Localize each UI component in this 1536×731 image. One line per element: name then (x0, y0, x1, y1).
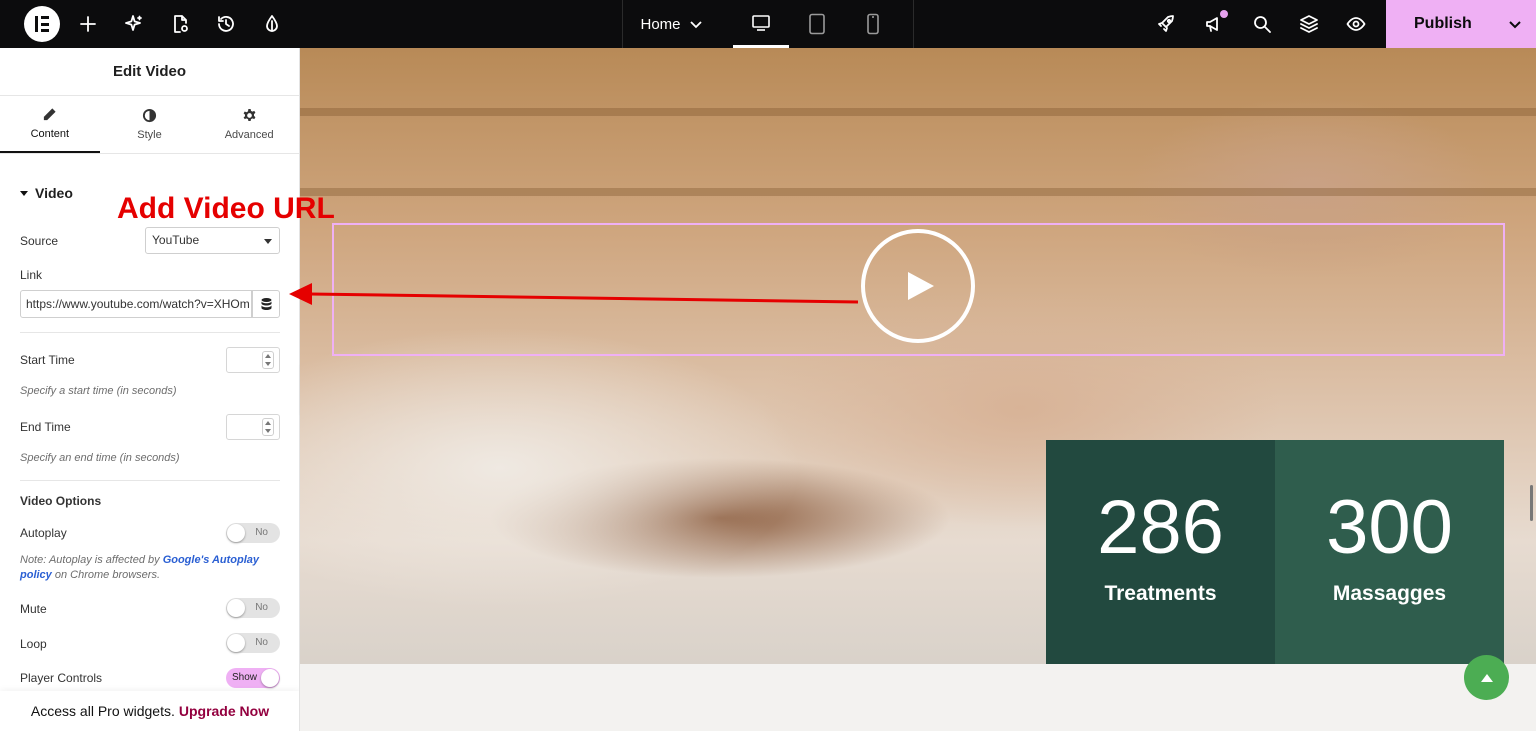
autoplay-note: Note: Autoplay is affected by Google's A… (20, 553, 270, 583)
history-icon[interactable] (215, 13, 237, 35)
start-time-label: Start Time (20, 353, 75, 367)
add-icon[interactable] (77, 13, 99, 35)
panel-tabs: Content Style Advanced (0, 96, 299, 154)
number-spinner[interactable] (262, 351, 274, 369)
video-options-heading: Video Options (20, 494, 102, 508)
rocket-icon[interactable] (1155, 13, 1177, 35)
publish-button[interactable]: Publish (1386, 0, 1536, 48)
stat-number: 300 (1326, 485, 1453, 570)
divider (20, 332, 280, 333)
link-label: Link (20, 268, 43, 282)
page-name: Home (640, 15, 681, 33)
start-time-input[interactable] (226, 347, 280, 373)
publish-label: Publish (1414, 15, 1472, 32)
editor-panel: Edit Video Content Style Advanced Video … (0, 48, 300, 731)
scrollbar-thumb[interactable] (1530, 485, 1533, 521)
background-image-detail (300, 108, 1536, 116)
tab-label: Advanced (224, 129, 274, 141)
preview-icon[interactable] (1345, 13, 1367, 35)
tab-style[interactable]: Style (100, 96, 200, 153)
player-controls-label: Player Controls (20, 671, 103, 685)
stat-caption: Treatments (1104, 582, 1217, 605)
page-selector[interactable]: Home (622, 0, 720, 48)
upgrade-text: Access all Pro widgets. (30, 703, 175, 719)
top-bar: Home Publish (0, 0, 1536, 48)
site-settings-icon[interactable] (261, 13, 283, 35)
toggle-knob (227, 634, 245, 652)
notification-dot (1220, 10, 1228, 18)
toggle-knob (227, 599, 245, 617)
annotation-label: Add Video URL (117, 192, 335, 225)
loop-toggle[interactable]: No (226, 633, 280, 653)
divider (20, 480, 280, 481)
gear-icon (243, 108, 256, 122)
search-icon[interactable] (1251, 13, 1273, 35)
loop-label: Loop (20, 637, 47, 651)
end-time-label: End Time (20, 420, 71, 434)
divider (913, 0, 914, 48)
ai-sparkle-icon[interactable] (123, 13, 145, 35)
toggle-text: No (255, 527, 268, 538)
start-time-hint: Specify a start time (in seconds) (20, 385, 177, 397)
background-image-detail (300, 188, 1536, 196)
toggle-text: No (255, 602, 268, 613)
source-label: Source (20, 234, 59, 248)
elementor-logo[interactable] (24, 6, 60, 42)
pencil-icon (44, 108, 56, 121)
end-time-hint: Specify an end time (in seconds) (20, 452, 180, 464)
toggle-knob (227, 524, 245, 542)
source-select[interactable]: YouTube (145, 227, 280, 254)
upgrade-link[interactable]: Upgrade Now (179, 703, 269, 719)
autoplay-note-suffix: on Chrome browsers. (51, 569, 161, 581)
source-value: YouTube (152, 233, 200, 247)
toggle-text: No (255, 637, 268, 648)
tab-content[interactable]: Content (0, 96, 100, 153)
structure-icon[interactable] (1298, 13, 1320, 35)
mute-toggle[interactable]: No (226, 598, 280, 618)
stat-box-massages: 300 Massagges (1275, 440, 1504, 664)
section-title: Video (35, 185, 73, 201)
dynamic-tags-button[interactable] (252, 290, 280, 318)
panel-title: Edit Video (0, 48, 299, 96)
desktop-device-button[interactable] (733, 0, 789, 48)
stat-box-treatments: 286 Treatments (1046, 440, 1275, 664)
caret-down-icon (20, 190, 28, 196)
tab-advanced[interactable]: Advanced (199, 96, 299, 153)
tablet-device-button[interactable] (789, 0, 845, 48)
tab-label: Content (30, 128, 70, 140)
chevron-down-icon[interactable] (1508, 17, 1522, 31)
play-button[interactable] (861, 229, 975, 343)
autoplay-label: Autoplay (20, 526, 67, 540)
autoplay-note-prefix: Note: Autoplay is affected by (20, 554, 163, 566)
page-settings-icon[interactable] (169, 13, 191, 35)
number-spinner[interactable] (262, 418, 274, 436)
half-circle-icon (142, 108, 157, 123)
caret-down-icon (264, 239, 272, 244)
stat-caption: Massagges (1332, 582, 1447, 605)
desktop-icon (752, 14, 770, 31)
scroll-to-top-button[interactable] (1464, 655, 1509, 700)
mobile-device-button[interactable] (845, 0, 901, 48)
stat-number: 286 (1097, 485, 1224, 570)
database-icon (261, 298, 271, 310)
mobile-icon (867, 13, 879, 35)
upgrade-bar: Access all Pro widgets. Upgrade Now (0, 691, 299, 731)
toggle-text: Show (232, 672, 258, 683)
toggle-knob (261, 669, 279, 687)
section-video-toggle[interactable]: Video (20, 185, 73, 201)
player-controls-toggle[interactable]: Show (226, 668, 280, 688)
mute-label: Mute (20, 602, 47, 616)
chevron-up-icon (1480, 673, 1493, 682)
tab-label: Style (137, 129, 162, 141)
tablet-icon (809, 13, 825, 35)
autoplay-toggle[interactable]: No (226, 523, 280, 543)
end-time-input[interactable] (226, 414, 280, 440)
play-icon (908, 272, 934, 300)
video-url-input[interactable]: https://www.youtube.com/watch?v=XHOm (20, 290, 252, 318)
chevron-down-icon (689, 21, 702, 29)
